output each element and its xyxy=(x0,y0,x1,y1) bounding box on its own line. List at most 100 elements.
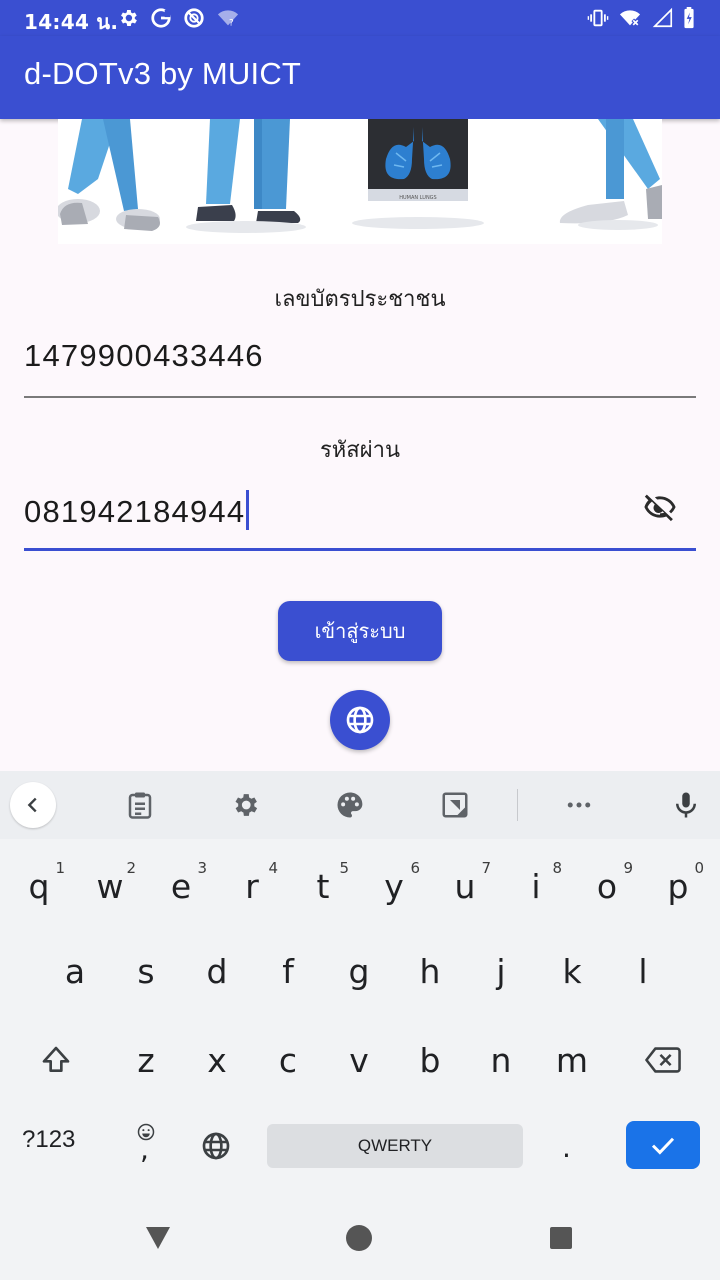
status-bar: 14:44 น. ? xyxy=(0,0,720,36)
symbols-key[interactable]: ?123 xyxy=(22,1126,75,1154)
clipboard-button[interactable] xyxy=(116,781,164,829)
key-c[interactable]: c xyxy=(253,1020,323,1100)
key-hint: 3 xyxy=(197,859,207,877)
key-label: e xyxy=(170,866,192,906)
comma-label: , xyxy=(140,1133,149,1166)
more-button[interactable] xyxy=(555,781,603,829)
keyboard-settings-button[interactable] xyxy=(221,781,269,829)
enter-key[interactable] xyxy=(626,1121,700,1169)
back-icon xyxy=(27,797,37,813)
navigation-bar xyxy=(0,1201,720,1280)
key-hint: 7 xyxy=(481,859,491,877)
check-icon xyxy=(651,1137,675,1155)
period-key[interactable]: . xyxy=(562,1131,571,1164)
clipboard-icon xyxy=(128,792,152,819)
key-g[interactable]: g xyxy=(324,931,394,1011)
id-input[interactable]: 1479900433446 xyxy=(24,338,264,374)
floating-keyboard-button[interactable] xyxy=(431,781,479,829)
key-s[interactable]: s xyxy=(111,931,181,1011)
shift-icon xyxy=(42,1046,70,1072)
password-input-underline xyxy=(24,548,696,551)
key-h[interactable]: h xyxy=(395,931,465,1011)
id-label: เลขบัตรประชาชน xyxy=(274,287,446,312)
key-v[interactable]: v xyxy=(324,1020,394,1100)
globe-icon xyxy=(346,706,374,734)
key-x[interactable]: x xyxy=(182,1020,252,1100)
mic-icon xyxy=(676,792,696,818)
signal-icon xyxy=(652,7,673,28)
key-q[interactable]: q1 xyxy=(4,846,74,926)
visibility-off-icon[interactable] xyxy=(642,490,678,524)
password-input[interactable]: 081942184944 xyxy=(24,490,250,530)
globe-icon xyxy=(202,1132,230,1160)
key-label: t xyxy=(316,866,330,906)
key-hint: 5 xyxy=(339,859,349,877)
key-f[interactable]: f xyxy=(253,931,323,1011)
key-j[interactable]: j xyxy=(466,931,536,1011)
settings-icon xyxy=(121,10,137,26)
login-button[interactable]: เข้าสู่ระบบ xyxy=(278,601,442,661)
key-hint: 1 xyxy=(55,859,65,877)
key-d[interactable]: d xyxy=(182,931,252,1011)
key-r[interactable]: r4 xyxy=(217,846,287,926)
key-m[interactable]: m xyxy=(537,1020,607,1100)
password-value: 081942184944 xyxy=(24,494,246,529)
wifi-off-icon xyxy=(619,10,641,27)
key-hint: 2 xyxy=(126,859,136,877)
no-disturb-icon xyxy=(184,8,204,28)
keyboard-back-button[interactable] xyxy=(10,782,56,828)
key-label: u xyxy=(454,866,476,906)
battery-icon xyxy=(684,7,694,29)
key-k[interactable]: k xyxy=(537,931,607,1011)
hero-illustration: HUMAN LUNGS xyxy=(58,119,662,244)
shift-key[interactable] xyxy=(21,1020,91,1100)
language-switch-key[interactable] xyxy=(181,1106,251,1186)
keyboard-toolbar xyxy=(0,771,720,839)
key-hint: 8 xyxy=(552,859,562,877)
key-o[interactable]: o9 xyxy=(572,846,642,926)
key-e[interactable]: e3 xyxy=(146,846,216,926)
comma-key[interactable]: , xyxy=(130,1121,162,1171)
lungs-caption: HUMAN LUNGS xyxy=(399,195,436,201)
id-input-underline xyxy=(24,396,696,398)
status-time: 14:44 น. xyxy=(24,10,119,34)
backspace-icon xyxy=(645,1047,681,1073)
key-p[interactable]: p0 xyxy=(643,846,713,926)
key-b[interactable]: b xyxy=(395,1020,465,1100)
backspace-key[interactable] xyxy=(628,1020,698,1100)
google-icon xyxy=(151,8,171,28)
login-screen: 14:44 น. ? d-DOTv3 by MUICT HUMAN LUNGS … xyxy=(0,0,720,1280)
login-button-label: เข้าสู่ระบบ xyxy=(314,619,406,643)
app-title: d-DOTv3 by MUICT xyxy=(24,56,302,91)
theme-button[interactable] xyxy=(326,781,374,829)
key-label: w xyxy=(96,866,124,906)
key-y[interactable]: y6 xyxy=(359,846,429,926)
key-label: q xyxy=(28,866,50,906)
key-n[interactable]: n xyxy=(466,1020,536,1100)
key-l[interactable]: l xyxy=(608,931,678,1011)
wifi-unknown-icon: ? xyxy=(217,10,239,28)
key-label: o xyxy=(596,866,618,906)
soft-keyboard: q1w2e3r4t5y6u7i8o9p0 asdfghjkl zxcvbnm ?… xyxy=(0,771,720,1201)
key-u[interactable]: u7 xyxy=(430,846,500,926)
key-a[interactable]: a xyxy=(40,931,110,1011)
key-w[interactable]: w2 xyxy=(75,846,145,926)
svg-text:?: ? xyxy=(229,17,234,28)
key-label: r xyxy=(245,866,259,906)
walking-people-illustration: HUMAN LUNGS xyxy=(58,119,662,233)
key-hint: 9 xyxy=(623,859,633,877)
key-hint: 0 xyxy=(694,859,704,877)
recents-square-icon[interactable] xyxy=(549,1226,573,1250)
text-cursor xyxy=(246,490,250,530)
voice-input-button[interactable] xyxy=(662,781,710,829)
vibrate-icon xyxy=(587,9,609,27)
key-z[interactable]: z xyxy=(111,1020,181,1100)
toolbar-divider xyxy=(517,789,518,821)
space-key[interactable]: QWERTY xyxy=(267,1124,523,1168)
key-label: i xyxy=(531,866,541,906)
key-i[interactable]: i8 xyxy=(501,846,571,926)
back-triangle-icon[interactable] xyxy=(144,1225,172,1251)
key-t[interactable]: t5 xyxy=(288,846,358,926)
language-button[interactable] xyxy=(330,690,390,750)
home-circle-icon[interactable] xyxy=(345,1224,373,1252)
